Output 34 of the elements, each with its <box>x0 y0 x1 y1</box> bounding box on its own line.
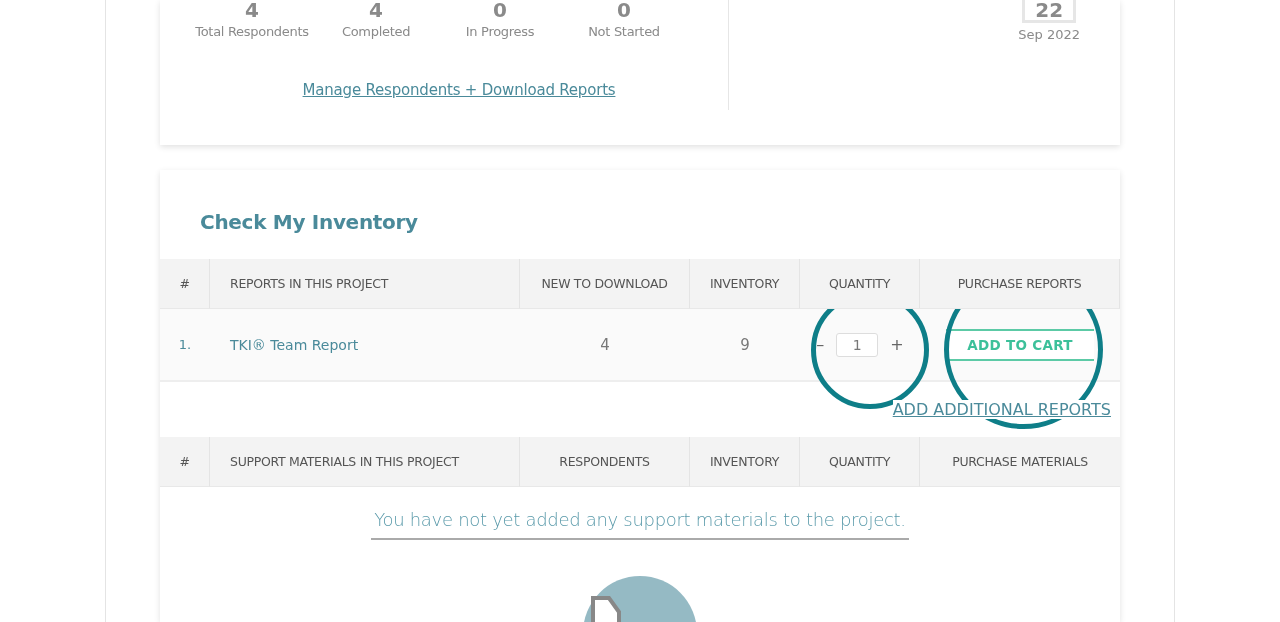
date-month-year: Sep 2022 <box>1018 27 1080 42</box>
column-header: RESPONDENTS <box>520 437 690 487</box>
column-header: QUANTITY <box>800 437 920 487</box>
column-header: PURCHASE REPORTS <box>920 259 1120 309</box>
stat-value: 0 <box>617 0 631 20</box>
column-header: NEW TO DOWNLOAD <box>520 259 690 309</box>
manage-respondents-link[interactable]: Manage Respondents + Download Reports <box>302 81 616 99</box>
section-title: Check My Inventory <box>199 209 419 236</box>
stat-label: Not Started <box>588 24 660 39</box>
table-cell: 4 <box>520 309 690 382</box>
decrement-button[interactable]: – <box>814 335 827 354</box>
stat-label: Total Respondents <box>195 24 309 39</box>
increment-button[interactable]: + <box>888 335 906 354</box>
column-header: REPORTS IN THIS PROJECT <box>210 259 520 309</box>
stat-value: 4 <box>245 0 259 20</box>
stat-value: 0 <box>493 0 507 20</box>
column-header: # <box>160 259 210 309</box>
column-header: QUANTITY <box>800 259 920 309</box>
column-header: # <box>160 437 210 487</box>
report-name[interactable]: TKI® Team Report <box>210 309 520 382</box>
column-header: PURCHASE MATERIALS <box>920 437 1120 487</box>
stat-label: In Progress <box>465 24 535 39</box>
row-number: 1. <box>160 309 210 382</box>
add-to-cart-button[interactable]: ADD TO CART <box>946 328 1094 361</box>
table-cell: 9 <box>690 309 800 382</box>
stat-label: Completed <box>341 24 411 39</box>
column-header: SUPPORT MATERIALS IN THIS PROJECT <box>210 437 520 487</box>
column-header: INVENTORY <box>690 259 800 309</box>
quantity-field[interactable]: 1 <box>836 332 879 357</box>
add-reports-link[interactable]: ADD ADDITIONAL REPORTS <box>892 400 1111 419</box>
empty-message: You have not yet added any support materials to the project. <box>371 509 909 540</box>
stat-value: 4 <box>369 0 383 20</box>
column-header: INVENTORY <box>690 437 800 487</box>
date-day: 22 <box>1022 0 1077 23</box>
